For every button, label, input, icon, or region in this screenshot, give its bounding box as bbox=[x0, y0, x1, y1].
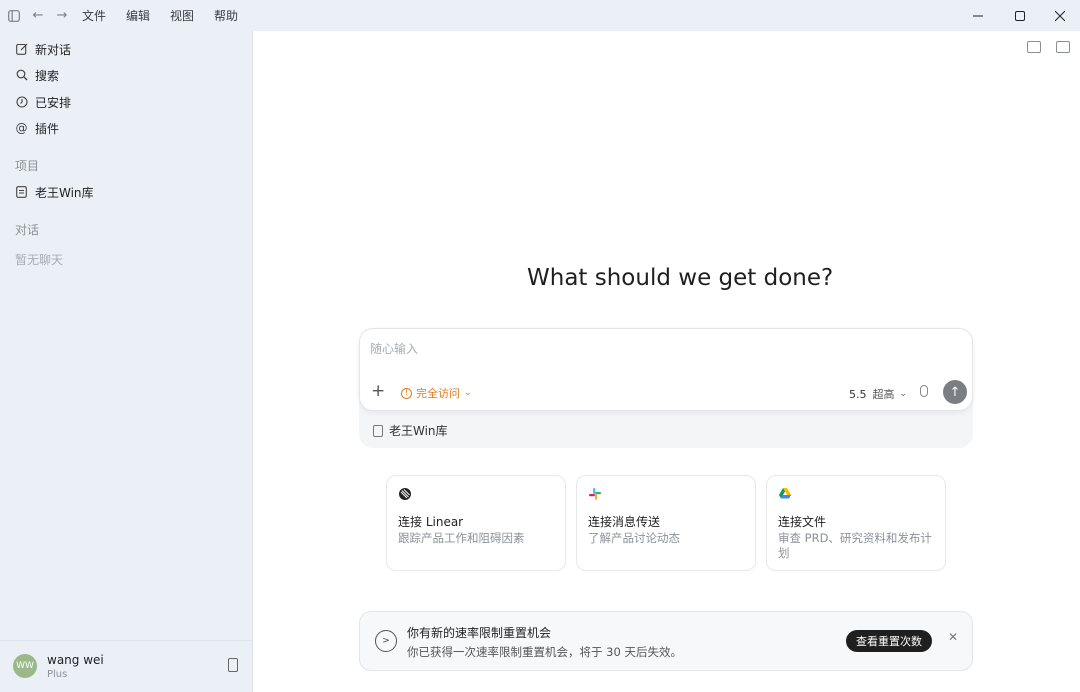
document-icon bbox=[15, 186, 28, 199]
model-label: 5.5 bbox=[849, 387, 867, 401]
sidebar: 新对话 搜索 已安排 @ 插件 项目 老王Win库 对话 暂无聊天 WW wan… bbox=[0, 31, 253, 692]
sidebar-item-plugins[interactable]: @ 插件 bbox=[15, 118, 60, 138]
connect-linear-card[interactable]: 连接 Linear 跟踪产品工作和阻碍因素 bbox=[386, 475, 566, 571]
linear-icon bbox=[399, 488, 411, 500]
sidebar-item-label: 搜索 bbox=[35, 68, 60, 83]
access-mode-label: 完全访问 bbox=[416, 387, 460, 400]
avatar[interactable]: WW bbox=[13, 654, 37, 678]
terminal-icon[interactable] bbox=[1027, 41, 1041, 53]
card-description: 跟踪产品工作和阻碍因素 bbox=[398, 531, 525, 545]
project-chip[interactable]: 老王Win库 bbox=[373, 422, 448, 439]
connect-messaging-card[interactable]: 连接消息传送 了解产品讨论动态 bbox=[576, 475, 756, 571]
menu-help[interactable]: 帮助 bbox=[214, 7, 238, 24]
sidebar-item-project[interactable]: 老王Win库 bbox=[15, 182, 94, 202]
connect-files-card[interactable]: 连接文件 审查 PRD、研究资料和发布计划 bbox=[766, 475, 946, 571]
menu-view[interactable]: 视图 bbox=[170, 7, 194, 24]
access-mode-button[interactable]: ! 完全访问 ⌄ bbox=[401, 385, 472, 401]
card-title: 连接消息传送 bbox=[588, 515, 661, 529]
maximize-icon[interactable] bbox=[1000, 0, 1040, 31]
sidebar-item-label: 已安排 bbox=[35, 95, 72, 110]
card-title: 连接文件 bbox=[778, 515, 827, 529]
chevron-down-icon: ⌄ bbox=[464, 388, 472, 398]
menu-file[interactable]: 文件 bbox=[82, 7, 106, 24]
at-icon: @ bbox=[15, 121, 28, 135]
sidebar-item-label: 插件 bbox=[35, 121, 60, 136]
card-description: 了解产品讨论动态 bbox=[588, 531, 680, 545]
prompt-input[interactable] bbox=[370, 342, 960, 356]
back-arrow-icon[interactable]: ← bbox=[26, 4, 50, 28]
user-plan: Plus bbox=[47, 669, 68, 680]
sidebar-item-label: 老王Win库 bbox=[35, 185, 94, 200]
project-chip-label: 老王Win库 bbox=[389, 424, 448, 438]
side-panel-icon[interactable] bbox=[1056, 41, 1070, 53]
sidebar-item-label: 新对话 bbox=[35, 42, 72, 57]
warning-icon: ! bbox=[401, 387, 412, 399]
rate-limit-icon: > bbox=[375, 630, 397, 652]
user-name: wang wei bbox=[47, 653, 104, 667]
view-resets-button[interactable]: 查看重置次数 bbox=[846, 630, 932, 652]
reasoning-label: 超高 bbox=[872, 388, 895, 401]
document-icon bbox=[373, 424, 383, 437]
main-panel: What should we get done? + ! 完全访问 ⌄ 5.5 … bbox=[254, 31, 1080, 692]
notice-title: 你有新的速率限制重置机会 bbox=[407, 626, 552, 640]
send-button[interactable]: ↑ bbox=[943, 380, 967, 404]
forward-arrow-icon[interactable]: → bbox=[50, 4, 74, 28]
composer: + ! 完全访问 ⌄ 5.5 超高 ⌄ ↑ bbox=[359, 328, 973, 411]
title-bar: ← → 文件 编辑 视图 帮助 bbox=[0, 0, 1080, 31]
chats-heading: 对话 bbox=[15, 223, 40, 237]
edit-icon bbox=[15, 43, 28, 56]
minimize-icon[interactable] bbox=[958, 0, 998, 31]
close-icon[interactable] bbox=[1040, 0, 1080, 31]
page-title: What should we get done? bbox=[527, 265, 834, 291]
composer-container: + ! 完全访问 ⌄ 5.5 超高 ⌄ ↑ 老王Win库 bbox=[359, 328, 973, 448]
projects-heading: 项目 bbox=[15, 159, 40, 173]
chats-empty-text: 暂无聊天 bbox=[15, 253, 64, 267]
sidebar-item-scheduled[interactable]: 已安排 bbox=[15, 92, 71, 112]
notice-description: 你已获得一次速率限制重置机会，将于 30 天后失效。 bbox=[407, 645, 682, 659]
google-drive-icon bbox=[779, 488, 791, 499]
sidebar-item-search[interactable]: 搜索 bbox=[15, 65, 59, 85]
rate-limit-notice: > 你有新的速率限制重置机会 你已获得一次速率限制重置机会，将于 30 天后失效… bbox=[359, 611, 973, 671]
card-description: 审查 PRD、研究资料和发布计划 bbox=[778, 531, 932, 560]
search-icon bbox=[15, 69, 28, 82]
close-icon[interactable]: ✕ bbox=[948, 630, 958, 644]
sidebar-toggle-icon[interactable] bbox=[2, 4, 26, 28]
menu-edit[interactable]: 编辑 bbox=[126, 7, 150, 24]
phone-icon[interactable] bbox=[228, 658, 238, 672]
window-controls bbox=[958, 0, 1080, 31]
slack-icon bbox=[589, 488, 601, 500]
card-title: 连接 Linear bbox=[398, 515, 464, 529]
clock-icon bbox=[15, 96, 28, 109]
menu-bar: 文件 编辑 视图 帮助 bbox=[82, 7, 258, 24]
top-right-toolbar bbox=[1012, 41, 1070, 53]
model-selector[interactable]: 5.5 超高 ⌄ bbox=[849, 386, 907, 402]
add-attachment-button[interactable]: + bbox=[371, 383, 385, 400]
sidebar-item-new-chat[interactable]: 新对话 bbox=[15, 39, 71, 59]
user-footer[interactable]: WW wang wei Plus bbox=[0, 640, 253, 692]
chevron-down-icon: ⌄ bbox=[899, 389, 908, 399]
microphone-icon[interactable] bbox=[920, 385, 928, 397]
